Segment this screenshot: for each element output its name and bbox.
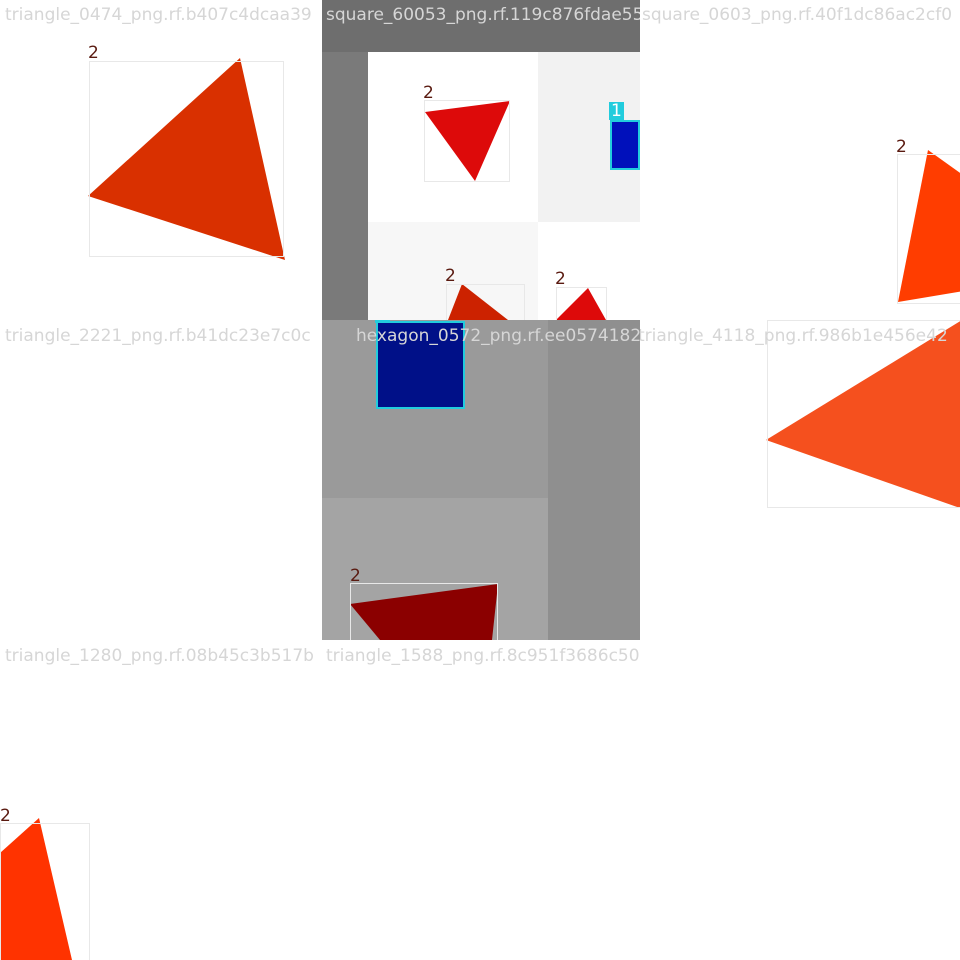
- tile-title: triangle_1588_png.rf.8c951f3686c509682d6: [326, 646, 640, 666]
- class-label: 2: [88, 43, 99, 63]
- mosaic-tile-7: triangle_1588_png.rf.8c951f3686c509682d6: [320, 640, 640, 960]
- bounding-box: [350, 583, 498, 640]
- bounding-box: [556, 287, 607, 320]
- bounding-box: [446, 284, 525, 320]
- mosaic-tile-6: triangle_1280_png.rf.08b45c3b517b 2: [0, 640, 320, 960]
- mosaic-tile-5: triangle_4118_png.rf.986b1e456e42 2: [640, 320, 960, 640]
- class-label: 2: [766, 320, 777, 322]
- tile-title: triangle_2221_png.rf.b41dc23e7c0c: [5, 326, 311, 346]
- tile-title: square_60053_png.rf.119c876fdae55: [326, 5, 640, 25]
- mosaic-tile-4: hexagon_0572_png.rf.ee0574182af1 1 2: [320, 320, 640, 640]
- mosaic-tile-1: square_60053_png.rf.119c876fdae55 2 1 2 …: [320, 0, 640, 320]
- mosaic-tile-2: square_0603_png.rf.40f1dc86ac2cf0 2: [640, 0, 960, 320]
- tile-title: triangle_1280_png.rf.08b45c3b517b: [5, 646, 314, 666]
- class-label: 2: [555, 269, 566, 289]
- mosaic-tile-0: triangle_0474_png.rf.b407c4dcaa39 2: [0, 0, 320, 320]
- class-label: 2: [445, 266, 456, 286]
- bounding-box: [897, 154, 960, 304]
- class-label: 1: [375, 320, 390, 323]
- tile-title: triangle_4118_png.rf.986b1e456e42: [640, 326, 948, 346]
- tile-title: triangle_0474_png.rf.b407c4dcaa39: [5, 5, 312, 25]
- tile-title: square_0603_png.rf.40f1dc86ac2cf0: [642, 5, 953, 25]
- class-label: 2: [350, 566, 361, 586]
- bounding-box: [0, 823, 90, 960]
- class-label: 2: [896, 137, 907, 157]
- bounding-box: [610, 120, 640, 170]
- class-label: 1: [609, 101, 624, 121]
- bounding-box: [89, 61, 284, 257]
- class-label: 2: [423, 83, 434, 103]
- bounding-box: [767, 320, 960, 508]
- bounding-box: [424, 100, 510, 182]
- class-label: 2: [0, 806, 11, 826]
- tile-title: hexagon_0572_png.rf.ee0574182af1: [356, 326, 640, 346]
- mosaic-tile-3: triangle_2221_png.rf.b41dc23e7c0c: [0, 320, 320, 640]
